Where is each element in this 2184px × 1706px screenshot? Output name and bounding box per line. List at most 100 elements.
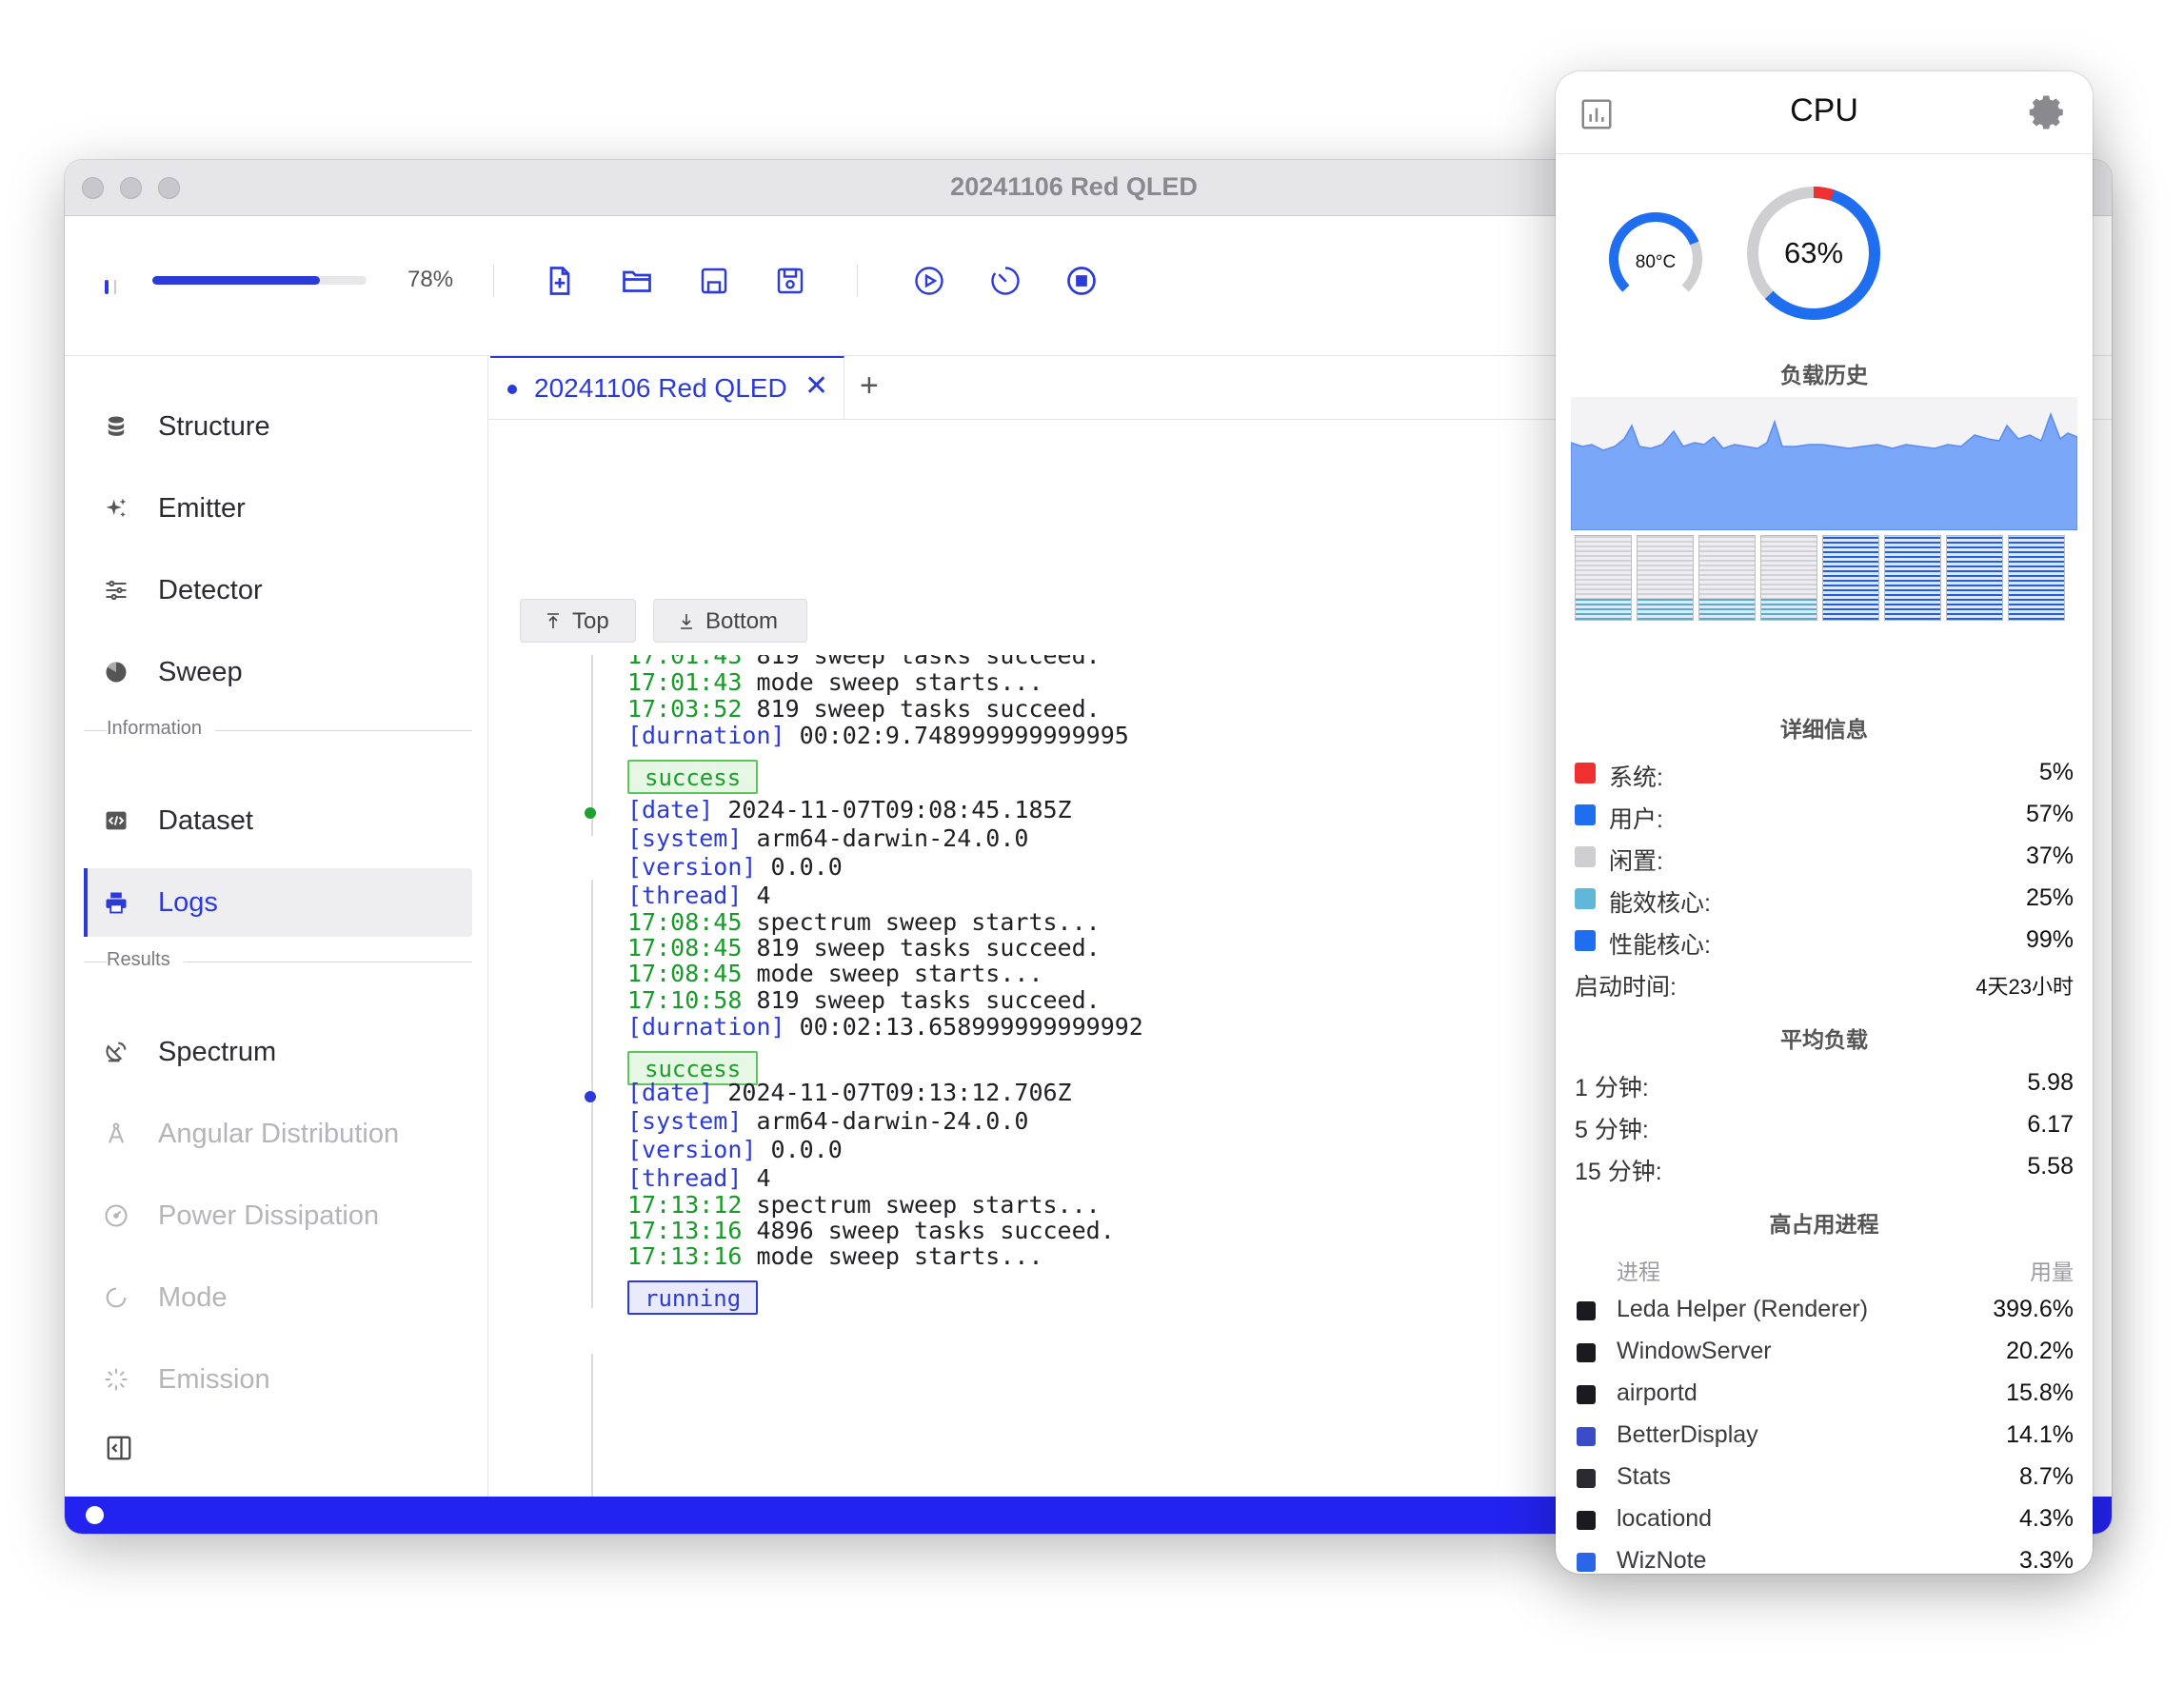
detail-row-efficiency-cores: 能效核心: 25% <box>1575 883 2074 917</box>
process-name: airportd <box>1617 1379 1698 1406</box>
log-line: 17:10:58 819 sweep tasks succeed. <box>627 986 1101 1014</box>
new-file-icon[interactable] <box>543 264 577 298</box>
process-usage: 4.3% <box>2019 1505 2074 1532</box>
play-icon[interactable] <box>912 264 946 298</box>
sparkles-icon <box>103 495 129 522</box>
process-name: WindowServer <box>1617 1338 1772 1364</box>
process-table-header: 进程 用量 <box>1575 1252 2074 1284</box>
process-usage: 399.6% <box>1993 1296 2074 1322</box>
spinner-icon <box>103 1366 129 1393</box>
process-usage: 8.7% <box>2019 1463 2074 1490</box>
save-as-icon[interactable] <box>773 264 807 298</box>
check-circle-icon <box>86 1506 104 1524</box>
load-label: 15 分钟: <box>1575 1159 1662 1185</box>
process-usage: 3.3% <box>2019 1547 2074 1574</box>
core-load-bar-fill <box>1576 599 1631 620</box>
scroll-top-button[interactable]: Top <box>520 599 636 643</box>
legend-swatch <box>1575 804 1596 825</box>
load-value: 5.98 <box>2027 1069 2074 1096</box>
log-line: [version] 0.0.0 <box>627 853 843 881</box>
tab-20241106-red-qled[interactable]: 20241106 Red QLED ✕ <box>490 356 844 419</box>
log-line: 17:13:16 4896 sweep tasks succeed. <box>627 1217 1115 1244</box>
sidebar-item-structure[interactable]: Structure <box>84 392 472 461</box>
progress-fill <box>152 276 320 285</box>
sidebar-item-emitter[interactable]: Emitter <box>84 474 472 543</box>
process-name: Leda Helper (Renderer) <box>1617 1296 1869 1322</box>
scroll-bottom-button[interactable]: Bottom <box>653 599 807 643</box>
pie-icon <box>103 659 129 685</box>
arrow-up-icon <box>547 613 559 628</box>
add-tab-button[interactable]: + <box>860 367 879 405</box>
detail-value: 99% <box>2025 926 2074 953</box>
sidebar-item-label: Spectrum <box>158 1037 277 1067</box>
process-name: Stats <box>1617 1463 1671 1490</box>
uptime-label: 启动时间: <box>1575 974 1677 1001</box>
details-title: 详细信息 <box>1780 717 1868 742</box>
sidebar-item-spectrum[interactable]: Spectrum <box>84 1018 472 1086</box>
detail-label: 闲置: <box>1609 848 1663 875</box>
tab-close-icon[interactable]: ✕ <box>804 369 828 403</box>
sidebar-collapse-icon[interactable] <box>105 1434 133 1462</box>
stop-icon[interactable] <box>1064 264 1099 298</box>
sidebar-item-emission[interactable]: Emission <box>84 1345 472 1414</box>
process-usage: 14.1% <box>2006 1421 2074 1448</box>
scroll-bottom-label: Bottom <box>705 608 779 634</box>
log-line: [version] 0.0.0 <box>627 1136 843 1163</box>
sidebar-item-sweep[interactable]: Sweep <box>84 638 472 706</box>
popover-title: CPU <box>1790 92 1858 129</box>
legend-swatch <box>1575 888 1596 909</box>
core-load-bar-fill <box>1823 536 1878 620</box>
loader-icon <box>103 1284 129 1311</box>
load-average-title: 平均负载 <box>1780 1027 1868 1052</box>
log-line: 17:13:16 mode sweep starts... <box>627 1242 1043 1270</box>
sidebar-item-mode[interactable]: Mode <box>84 1263 472 1332</box>
core-load-bar <box>1822 535 1879 621</box>
temperature-label: 80°C <box>1636 252 1676 272</box>
core-load-bar-fill <box>2009 536 2064 620</box>
log-line: [date] 2024-11-07T09:13:12.706Z <box>627 1079 1072 1106</box>
detail-value: 57% <box>2025 801 2074 827</box>
core-load-bar <box>1946 535 2003 621</box>
sidebar-item-label: Structure <box>158 411 270 442</box>
sidebar-item-label: Emission <box>158 1364 270 1395</box>
process-name: locationd <box>1617 1505 1713 1532</box>
save-icon[interactable] <box>697 264 731 298</box>
cpu-popover: CPU 80°C 63% 负载历史 详细信息 系统: 5% 用户: 57% 闲置… <box>1556 71 2093 1574</box>
detail-row-performance-cores: 性能核心: 99% <box>1575 924 2074 959</box>
process-name: BetterDisplay <box>1617 1421 1758 1448</box>
tab-modified-dot <box>507 385 517 394</box>
process-header-name: 进程 <box>1617 1260 1660 1284</box>
code-icon <box>103 807 129 834</box>
cpu-usage-label: 63% <box>1784 236 1843 269</box>
section-header-information: Information <box>84 716 472 744</box>
process-row: Stats 8.7% <box>1575 1461 2074 1494</box>
legend-swatch <box>1575 930 1596 951</box>
log-view[interactable]: 17:01:43 819 sweep tasks succeed. 17:01:… <box>489 655 1537 1534</box>
sidebar-item-label: Detector <box>158 575 263 605</box>
compass-icon <box>103 1121 129 1147</box>
timer-icon[interactable] <box>988 264 1023 298</box>
temperature-gauge: 80°C <box>1609 212 1702 306</box>
arrow-down-icon <box>681 614 692 629</box>
open-folder-icon[interactable] <box>620 264 654 298</box>
sidebar-item-logs[interactable]: Logs <box>84 868 472 937</box>
sidebar-item-dataset[interactable]: Dataset <box>84 786 472 855</box>
process-name: WizNote <box>1617 1547 1707 1574</box>
sidebar-item-label: Angular Distribution <box>158 1119 400 1149</box>
detail-row-idle: 闲置: 37% <box>1575 841 2074 875</box>
satellite-dish-icon <box>103 1039 129 1065</box>
app-icon <box>1577 1385 1596 1404</box>
sidebar-item-angular-distribution[interactable]: Angular Distribution <box>84 1100 472 1168</box>
toolbar-divider <box>857 265 858 297</box>
progress-bar <box>152 276 367 285</box>
log-line: 17:13:12 spectrum sweep starts... <box>627 1191 1101 1219</box>
gear-icon[interactable] <box>2028 92 2068 132</box>
core-load-bar <box>1884 535 1941 621</box>
log-line: [date] 2024-11-07T09:08:45.185Z <box>627 796 1072 823</box>
sidebar-item-label: Mode <box>158 1282 228 1313</box>
process-row: WizNote 3.3% <box>1575 1545 2074 1574</box>
sidebar-item-power-dissipation[interactable]: Power Dissipation <box>84 1181 472 1250</box>
legend-swatch <box>1575 846 1596 867</box>
history-title: 负载历史 <box>1780 363 1868 387</box>
sidebar-item-detector[interactable]: Detector <box>84 556 472 625</box>
